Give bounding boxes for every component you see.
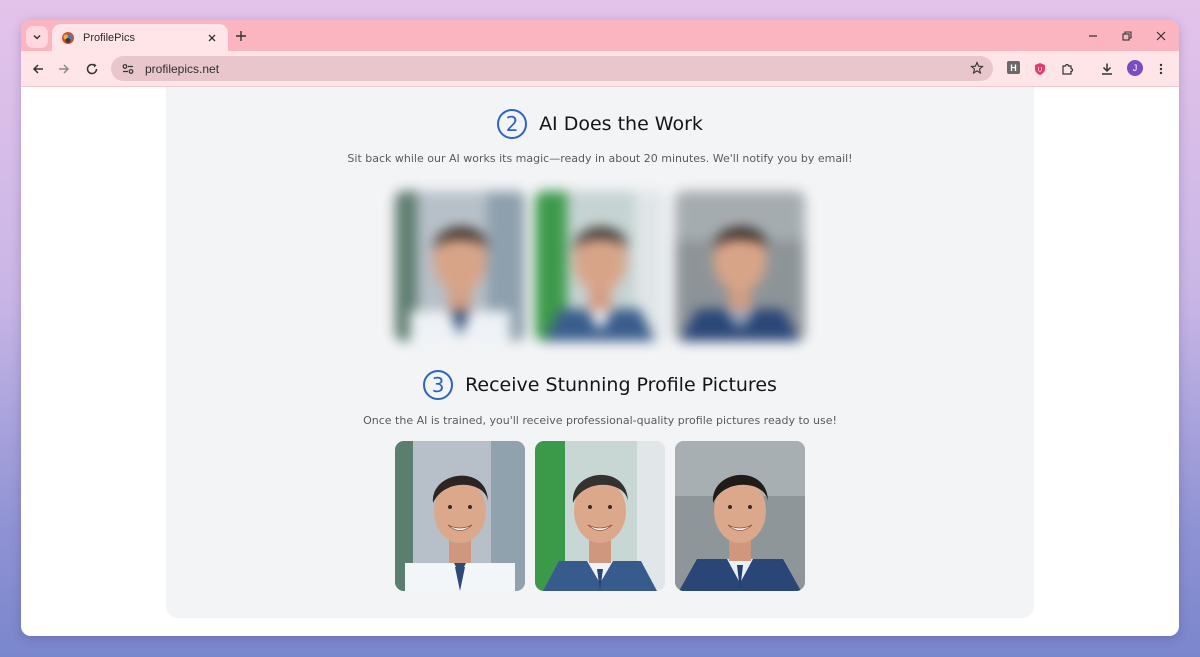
favicon-icon bbox=[61, 31, 75, 45]
chevron-down-icon bbox=[33, 34, 41, 40]
blurred-profile-photo bbox=[395, 191, 525, 341]
tab-title: ProfilePics bbox=[83, 31, 135, 44]
tab-profilepics[interactable]: ProfilePics bbox=[52, 24, 228, 51]
download-icon[interactable] bbox=[1098, 60, 1116, 78]
url-text: profilepics.net bbox=[145, 61, 220, 76]
close-tab-icon[interactable] bbox=[204, 30, 220, 46]
bookmark-star-icon[interactable] bbox=[969, 60, 985, 76]
result-photos-row bbox=[166, 441, 1034, 591]
browser-toolbar: profilepics.net H U J bbox=[21, 51, 1179, 87]
puzzle-extensions-icon[interactable] bbox=[1058, 60, 1076, 78]
browser-window: ProfilePics profilepics.net H U J 2 AI D… bbox=[21, 20, 1179, 636]
step-title: AI Does the Work bbox=[539, 113, 703, 135]
processing-photos-row bbox=[166, 191, 1034, 341]
profile-photo-result[interactable] bbox=[395, 441, 525, 591]
extension-h-icon[interactable]: H bbox=[1007, 61, 1020, 74]
reload-icon[interactable] bbox=[83, 60, 101, 78]
step-title: Receive Stunning Profile Pictures bbox=[465, 374, 777, 396]
step-description: Once the AI is trained, you'll receive p… bbox=[363, 414, 837, 427]
profile-photo-result[interactable] bbox=[675, 441, 805, 591]
close-window-icon[interactable] bbox=[1153, 28, 1169, 44]
step-number-badge: 3 bbox=[423, 370, 454, 400]
tab-search-button[interactable] bbox=[26, 26, 48, 48]
profile-avatar[interactable]: J bbox=[1127, 60, 1143, 76]
back-arrow-icon[interactable] bbox=[29, 60, 47, 78]
kebab-menu-icon[interactable] bbox=[1152, 60, 1170, 78]
restore-icon[interactable] bbox=[1119, 28, 1135, 44]
step-3-heading: 3 Receive Stunning Profile Pictures bbox=[166, 370, 1034, 400]
tab-strip: ProfilePics bbox=[21, 20, 1179, 51]
step-2-heading: 2 AI Does the Work bbox=[166, 109, 1034, 139]
shield-extension-icon[interactable]: U bbox=[1031, 60, 1049, 78]
step-number-badge: 2 bbox=[497, 109, 528, 139]
forward-arrow-icon[interactable] bbox=[55, 60, 73, 78]
address-bar[interactable]: profilepics.net bbox=[111, 56, 993, 81]
step-description: Sit back while our AI works its magic—re… bbox=[347, 152, 853, 165]
new-tab-plus-icon[interactable] bbox=[233, 28, 249, 44]
minimize-icon[interactable] bbox=[1085, 28, 1101, 44]
how-it-works-section: 2 AI Does the Work Sit back while our AI… bbox=[166, 87, 1034, 618]
svg-text:U: U bbox=[1038, 67, 1042, 74]
page-viewport[interactable]: 2 AI Does the Work Sit back while our AI… bbox=[21, 87, 1179, 636]
profile-photo-result[interactable] bbox=[535, 441, 665, 591]
site-settings-icon[interactable] bbox=[119, 60, 137, 78]
blurred-profile-photo bbox=[535, 191, 665, 341]
blurred-profile-photo bbox=[675, 191, 805, 341]
